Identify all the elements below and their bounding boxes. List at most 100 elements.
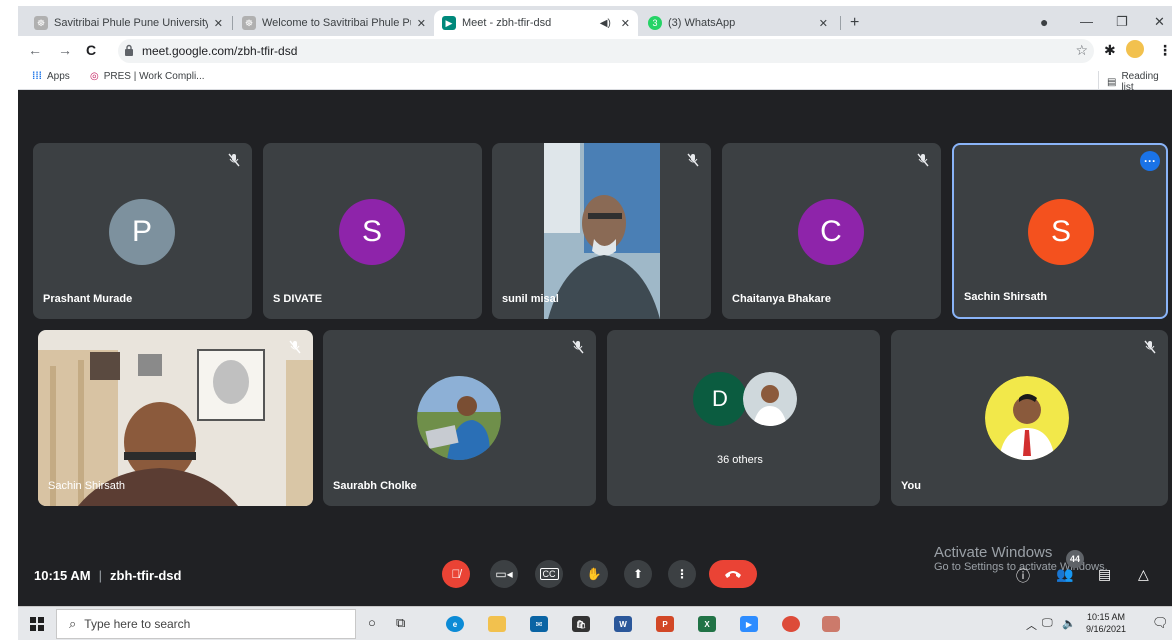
hand-icon: ✋: [586, 567, 602, 581]
notifications-icon[interactable]: 🗨: [1152, 615, 1169, 631]
search-icon: ⌕: [69, 616, 77, 631]
word-icon[interactable]: W: [614, 616, 632, 632]
meeting-code[interactable]: zbh-tfir-dsd: [110, 568, 181, 583]
network-icon[interactable]: 🖵: [1042, 617, 1053, 630]
extensions-puzzle-icon[interactable]: ✱: [1104, 42, 1116, 59]
store-icon[interactable]: 🛍: [572, 616, 590, 632]
participant-tile-self[interactable]: You: [891, 330, 1168, 506]
bookmark-label: Apps: [47, 71, 70, 82]
tab-close-icon[interactable]: ✕: [819, 17, 828, 30]
forward-button[interactable]: →: [58, 42, 72, 58]
more-options-button[interactable]: ⋮: [668, 560, 696, 588]
clock-date: 9/16/2021: [1086, 624, 1127, 634]
bookmark-star-icon[interactable]: ☆: [1075, 42, 1088, 59]
muted-mic-icon: [228, 153, 240, 167]
task-view-icon[interactable]: ⧉: [396, 615, 405, 631]
mail-icon[interactable]: ✉: [530, 616, 548, 632]
chrome-active-icon[interactable]: [822, 616, 840, 632]
back-button[interactable]: ←: [28, 42, 42, 58]
bookmarks-bar: ⁞⁞⁞ Apps ◎ PRES | Work Compli... ▤ Readi…: [18, 66, 1172, 93]
tab-title: Meet - zbh-tfir-dsd: [462, 17, 552, 29]
restore-button[interactable]: ❐: [1116, 14, 1128, 30]
video-feed: [544, 143, 660, 319]
whatsapp-favicon-icon: 3: [648, 16, 662, 30]
meet-favicon-icon: ▶: [442, 16, 456, 30]
taskbar-clock[interactable]: 10:15 AM 9/16/2021: [1086, 611, 1126, 635]
tab-meet[interactable]: ▶ Meet - zbh-tfir-dsd ◀) ✕: [434, 10, 638, 36]
leave-call-button[interactable]: [709, 560, 757, 588]
profile-photo: [743, 372, 797, 426]
tab-title: (3) WhatsApp: [668, 17, 736, 29]
more-options-icon[interactable]: ···: [1140, 151, 1160, 171]
participant-tile-others[interactable]: D 36 others: [607, 330, 880, 506]
people-icon[interactable]: 👥: [1056, 566, 1073, 583]
file-explorer-icon[interactable]: [488, 616, 506, 632]
tray-chevron-icon[interactable]: ︿: [1026, 617, 1037, 633]
tab-title: Savitribai Phule Pune University,: [54, 17, 208, 29]
muted-mic-icon: [572, 340, 584, 354]
present-screen-button[interactable]: ⬆: [624, 560, 652, 588]
captions-button[interactable]: CC: [535, 560, 563, 588]
tab-whatsapp[interactable]: 3 (3) WhatsApp ✕: [640, 10, 836, 36]
lock-icon: [125, 44, 133, 56]
avatar: S: [1028, 199, 1094, 265]
camera-icon: ▭◂: [495, 567, 513, 581]
excel-icon[interactable]: X: [698, 616, 716, 632]
meeting-time: 10:15 AM: [34, 568, 91, 583]
zoom-icon[interactable]: ▶: [740, 616, 758, 632]
meeting-details-icon[interactable]: ⓘ: [1016, 566, 1030, 586]
chat-icon[interactable]: ▤: [1098, 566, 1111, 583]
new-tab-button[interactable]: +: [850, 14, 859, 32]
tab-close-icon[interactable]: ✕: [621, 17, 630, 30]
participant-name: Sachin Shirsath: [48, 480, 126, 492]
more-vert-icon: ⋮: [676, 567, 688, 581]
others-count-label: 36 others: [717, 454, 763, 466]
university-favicon-icon: ☸: [242, 16, 256, 30]
windows-start-icon[interactable]: [30, 617, 44, 631]
reload-button[interactable]: C: [86, 42, 96, 58]
url-text[interactable]: meet.google.com/zbh-tfir-dsd: [142, 44, 297, 58]
camera-toggle-button[interactable]: ▭◂: [490, 560, 518, 588]
profile-avatar[interactable]: [1126, 40, 1144, 58]
participant-tile[interactable]: sunil misal: [492, 143, 711, 319]
meeting-info: 10:15 AM | zbh-tfir-dsd: [34, 568, 181, 583]
edge-icon[interactable]: e: [446, 616, 464, 632]
search-placeholder: Type here to search: [84, 617, 191, 631]
chrome-icon[interactable]: [782, 616, 800, 632]
participant-tile[interactable]: C Chaitanya Bhakare: [722, 143, 941, 319]
participant-name: Prashant Murade: [43, 293, 133, 305]
bookmark-pres[interactable]: ◎ PRES | Work Compli...: [90, 71, 205, 82]
profile-photo: [417, 376, 501, 460]
omnibox[interactable]: meet.google.com/zbh-tfir-dsd ☆: [118, 39, 1094, 63]
tab-close-icon[interactable]: ✕: [214, 17, 223, 30]
cortana-icon[interactable]: ○: [368, 615, 376, 630]
audio-playing-icon[interactable]: ◀): [600, 18, 611, 29]
windows-taskbar: ⌕ Type here to search ○ ⧉ e ✉ 🛍 W P X ▶ …: [18, 606, 1172, 640]
profile-menu-icon[interactable]: ●: [1040, 14, 1048, 30]
browser-menu-icon[interactable]: ⋮: [1158, 42, 1172, 59]
participant-tile[interactable]: Saurabh Cholke: [323, 330, 596, 506]
bookmark-apps[interactable]: ⁞⁞⁞ Apps: [32, 71, 70, 82]
close-window-button[interactable]: ✕: [1154, 14, 1165, 30]
reading-list-icon: ▤: [1107, 76, 1117, 88]
taskbar-search-box[interactable]: ⌕ Type here to search: [56, 609, 356, 639]
participant-tile[interactable]: S S DIVATE: [263, 143, 482, 319]
participant-name: sunil misal: [502, 293, 559, 305]
minimize-button[interactable]: —: [1080, 14, 1093, 29]
participant-tile-speaking[interactable]: ··· S Sachin Shirsath: [952, 143, 1168, 319]
volume-icon[interactable]: 🔈: [1062, 617, 1076, 630]
tab-close-icon[interactable]: ✕: [417, 17, 426, 30]
powerpoint-icon[interactable]: P: [656, 616, 674, 632]
participant-name: Saurabh Cholke: [333, 480, 417, 492]
captions-icon: CC: [539, 568, 559, 580]
mic-toggle-button[interactable]: 🎙̸: [442, 560, 470, 588]
muted-mic-icon: [289, 340, 301, 354]
activities-icon[interactable]: △: [1138, 566, 1149, 583]
participant-tile[interactable]: P Prashant Murade: [33, 143, 252, 319]
apps-grid-icon: ⁞⁞⁞: [32, 71, 42, 82]
profile-photo: [985, 376, 1069, 460]
participant-tile[interactable]: Sachin Shirsath: [38, 330, 313, 506]
raise-hand-button[interactable]: ✋: [580, 560, 608, 588]
tab-welcome-sppu[interactable]: ☸ Welcome to Savitribai Phule Pune ✕: [234, 10, 434, 36]
tab-sppu[interactable]: ☸ Savitribai Phule Pune University, ✕: [26, 10, 231, 36]
